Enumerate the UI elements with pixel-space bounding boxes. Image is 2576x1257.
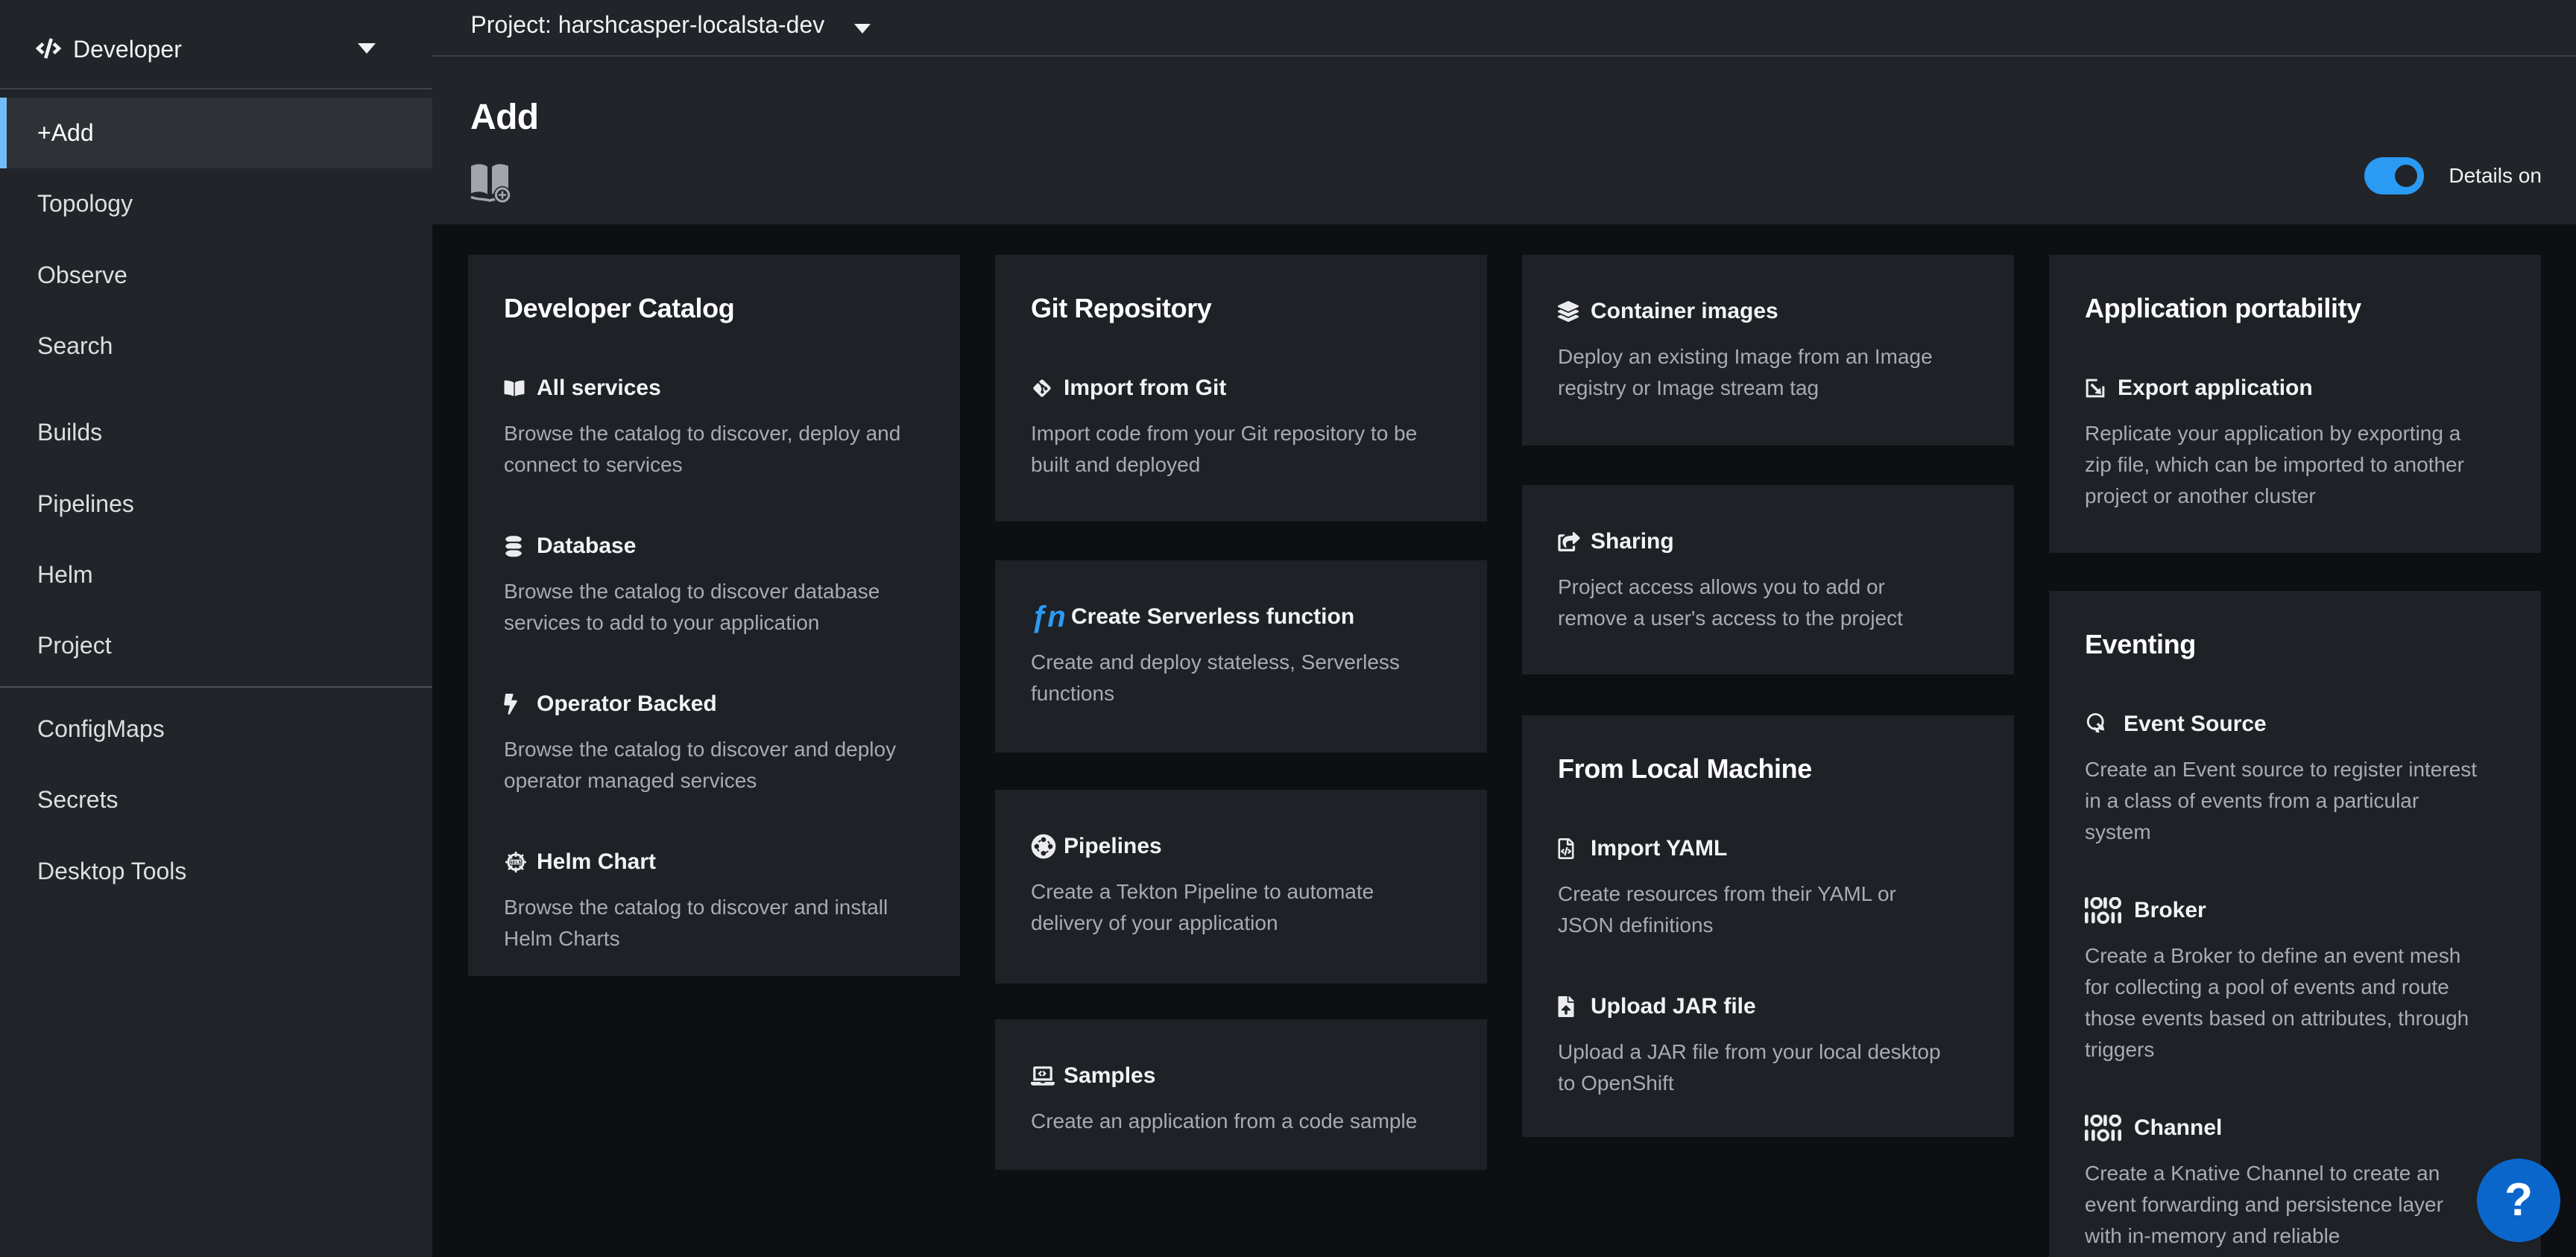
svg-text:HELM: HELM [509,861,523,865]
